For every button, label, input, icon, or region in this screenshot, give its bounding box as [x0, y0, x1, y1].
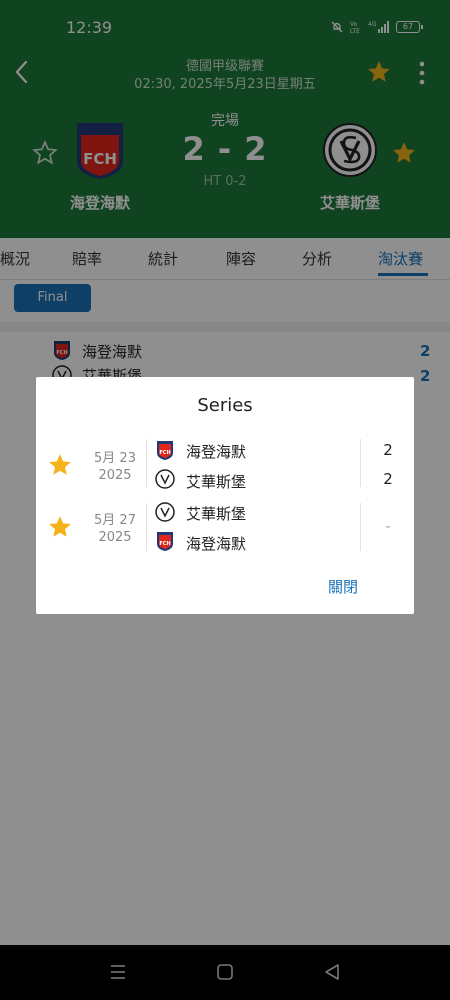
close-button[interactable]: 關閉 — [328, 576, 358, 597]
team-name: 艾華斯堡 — [186, 505, 247, 523]
divider — [146, 439, 147, 487]
match-favorite-star-icon[interactable] — [47, 452, 73, 478]
team-score: 2 — [383, 441, 393, 459]
match-year: 2025 — [98, 530, 132, 545]
svg-text:FCH: FCH — [159, 541, 170, 547]
system-nav-bar — [0, 945, 450, 1000]
dialog-title: Series — [197, 395, 253, 416]
team-name: 艾華斯堡 — [186, 473, 247, 491]
svg-text:FCH: FCH — [159, 450, 170, 456]
match-date: 5月 23 — [94, 451, 136, 466]
series-dialog: Series 5月 23 2025 FCH 海登海默 艾華斯堡 2 2 5月 2… — [36, 377, 414, 614]
recent-apps-icon[interactable] — [106, 960, 130, 984]
team-logo — [155, 469, 175, 489]
divider — [146, 503, 147, 551]
team-name: 海登海默 — [186, 443, 247, 461]
team-name: 海登海默 — [186, 535, 247, 553]
team-logo: FCH — [157, 441, 173, 460]
team-score: 2 — [383, 470, 393, 488]
match-date: 5月 27 — [94, 513, 136, 528]
match-favorite-star-icon[interactable] — [47, 514, 73, 540]
divider — [360, 439, 361, 487]
team-logo — [155, 502, 175, 522]
match-year: 2025 — [98, 468, 132, 483]
team-logo: FCH — [157, 532, 173, 551]
team-score: - — [385, 517, 391, 535]
home-icon[interactable] — [213, 960, 237, 984]
back-icon[interactable] — [320, 960, 344, 984]
divider — [360, 503, 361, 551]
